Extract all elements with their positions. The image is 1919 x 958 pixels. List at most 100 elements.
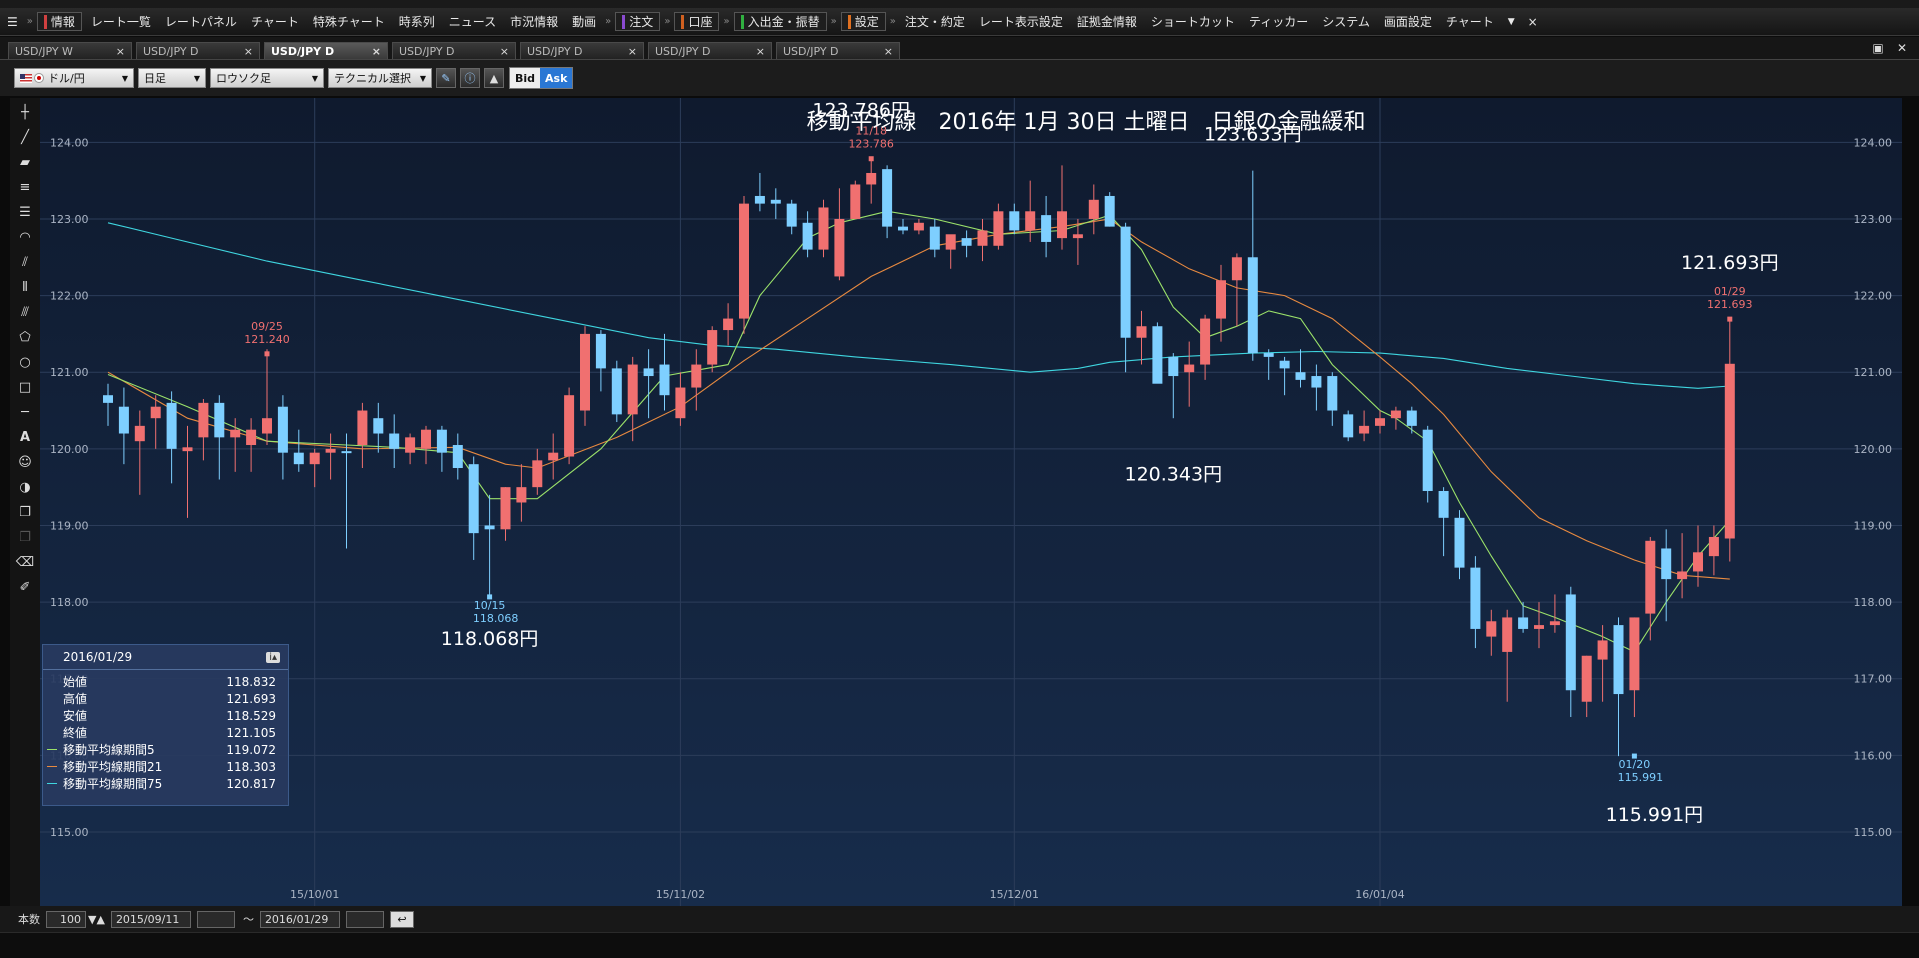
vertical-lines-icon[interactable]: ⦀: [14, 276, 36, 298]
candle-body: [929, 226, 940, 250]
ask-button[interactable]: Ask: [540, 68, 573, 88]
count-down-icon[interactable]: ▼: [88, 913, 96, 926]
pentagon-icon[interactable]: ⬠: [14, 326, 36, 348]
menu-item[interactable]: 設定: [840, 12, 886, 31]
annotations: 09/25121.24010/15118.06811/18123.78601/2…: [244, 100, 1778, 826]
technical-select[interactable]: テクニカル選択 ▼: [328, 68, 432, 88]
tab-close-icon[interactable]: ×: [244, 45, 253, 58]
candle-body: [1057, 211, 1067, 239]
candle-body: [1502, 617, 1513, 652]
candle-body: [643, 368, 654, 377]
info-row-label: 移動平均線期間21: [63, 760, 163, 774]
info-row: 移動平均線期間75 120.817: [43, 775, 288, 792]
info-row: 安値 118.529: [43, 707, 288, 724]
crosshair-icon[interactable]: ┼: [14, 101, 36, 123]
menu-item[interactable]: 動画: [565, 8, 603, 35]
menu-icon[interactable]: ☰: [0, 8, 25, 35]
fan-lines-icon[interactable]: ⫽: [14, 251, 36, 273]
menu-item[interactable]: 特殊チャート: [306, 8, 392, 35]
menu-item[interactable]: 市況情報: [503, 8, 565, 35]
tab-close-icon[interactable]: ×: [500, 45, 509, 58]
info-icon[interactable]: ⓘ: [460, 68, 480, 88]
menu-item[interactable]: 時系列: [392, 8, 442, 35]
to-time-input[interactable]: [345, 910, 384, 928]
candle-body: [182, 447, 193, 452]
chart-tab[interactable]: USD/JPY D ×: [136, 42, 260, 59]
parallel-lines-icon[interactable]: ⫻: [14, 301, 36, 323]
menu-item[interactable]: レート表示設定: [972, 8, 1070, 35]
chart-tab[interactable]: USD/JPY W ×: [8, 42, 132, 59]
candle-body: [723, 318, 734, 331]
from-time-input[interactable]: [196, 910, 235, 928]
candle-body: [1375, 418, 1385, 426]
horizontal-lines-icon[interactable]: ≡: [14, 176, 36, 198]
chart-tab[interactable]: USD/JPY D ×: [264, 42, 388, 59]
channel-icon[interactable]: ☰: [14, 201, 36, 223]
menu-item[interactable]: 証拠金情報: [1070, 8, 1144, 35]
text-icon[interactable]: A: [14, 426, 36, 448]
menu-item[interactable]: ティッカー: [1242, 8, 1315, 35]
tab-close-icon[interactable]: ×: [372, 45, 381, 58]
menu-item[interactable]: レートパネル: [158, 8, 244, 35]
mountain-chart-icon[interactable]: ▲: [484, 68, 504, 88]
period-select[interactable]: 日足 ▼: [138, 68, 206, 88]
tab-close-icon[interactable]: ×: [756, 45, 765, 58]
menu-close-button[interactable]: ×: [1522, 8, 1544, 35]
to-date-input[interactable]: 2016/01/29: [259, 910, 340, 928]
ruler-icon[interactable]: ▰: [14, 151, 36, 173]
bid-ask-toggle[interactable]: Bid Ask: [509, 67, 574, 89]
menu-item[interactable]: 注文: [615, 12, 661, 31]
chart-tab[interactable]: USD/JPY D ×: [776, 42, 900, 59]
stamp-icon[interactable]: ☺: [14, 451, 36, 473]
count-up-icon[interactable]: ▲: [96, 913, 104, 926]
count-input[interactable]: 100: [46, 910, 86, 928]
eraser-icon[interactable]: ⌫: [14, 551, 36, 573]
menu-item[interactable]: 情報: [36, 12, 82, 31]
candle-body: [1422, 429, 1433, 491]
menu-item[interactable]: システム: [1315, 8, 1377, 35]
info-panel-toggle-icon[interactable]: i▴: [266, 651, 280, 663]
menu-item-label: 注文: [629, 15, 654, 29]
candle-body: [246, 429, 257, 446]
y-tick-right: 124.00: [1854, 136, 1893, 149]
menu-more-icon[interactable]: ▼: [1501, 8, 1522, 35]
tab-label: USD/JPY D: [783, 44, 839, 58]
hline-icon[interactable]: ─: [14, 401, 36, 423]
extreme-value-label: 121.240: [244, 333, 290, 346]
from-date-input[interactable]: 2015/09/11: [110, 910, 191, 928]
magnet-icon[interactable]: ◑: [14, 476, 36, 498]
erase-all-icon[interactable]: ✐: [14, 576, 36, 598]
pair-select[interactable]: ドル/円 ▼: [14, 68, 134, 88]
bid-button[interactable]: Bid: [510, 68, 541, 88]
chart-tab[interactable]: USD/JPY D ×: [392, 42, 516, 59]
menu-item[interactable]: ショートカット: [1144, 8, 1242, 35]
pen-icon[interactable]: ✎: [436, 68, 456, 88]
latest-button[interactable]: ↩: [389, 910, 414, 928]
menu-item[interactable]: 注文・約定: [898, 8, 972, 35]
candle-body: [1072, 234, 1083, 239]
menu-item[interactable]: 入出金・振替: [733, 12, 827, 31]
copy-icon[interactable]: ❐: [14, 501, 36, 523]
menu-item[interactable]: チャート: [1439, 8, 1501, 35]
chart-tab[interactable]: USD/JPY D ×: [648, 42, 772, 59]
menu-item[interactable]: ニュース: [442, 8, 503, 35]
chart-area[interactable]: 115.00115.00116.00116.00117.00117.00118.…: [40, 98, 1902, 906]
tab-close-icon[interactable]: ×: [884, 45, 893, 58]
rectangle-icon[interactable]: □: [14, 376, 36, 398]
info-row: 高値 121.693: [43, 690, 288, 707]
chart-tab[interactable]: USD/JPY D ×: [520, 42, 644, 59]
candle-body: [1295, 372, 1306, 380]
menu-item[interactable]: レート一覧: [84, 8, 158, 35]
tab-close-icon[interactable]: ×: [116, 45, 125, 58]
menu-item[interactable]: 画面設定: [1377, 8, 1439, 35]
extreme-marker: [1727, 316, 1733, 322]
chart-kind-select[interactable]: ロウソク足 ▼: [210, 68, 324, 88]
trendline-icon[interactable]: ╱: [14, 126, 36, 148]
close-icon[interactable]: ✕: [1893, 40, 1911, 56]
menu-item[interactable]: チャート: [244, 8, 306, 35]
restore-icon[interactable]: ▣: [1869, 40, 1887, 56]
tab-close-icon[interactable]: ×: [628, 45, 637, 58]
fibonacci-arc-icon[interactable]: ◠: [14, 226, 36, 248]
circle-icon[interactable]: ○: [14, 351, 36, 373]
menu-item[interactable]: 口座: [674, 12, 720, 31]
